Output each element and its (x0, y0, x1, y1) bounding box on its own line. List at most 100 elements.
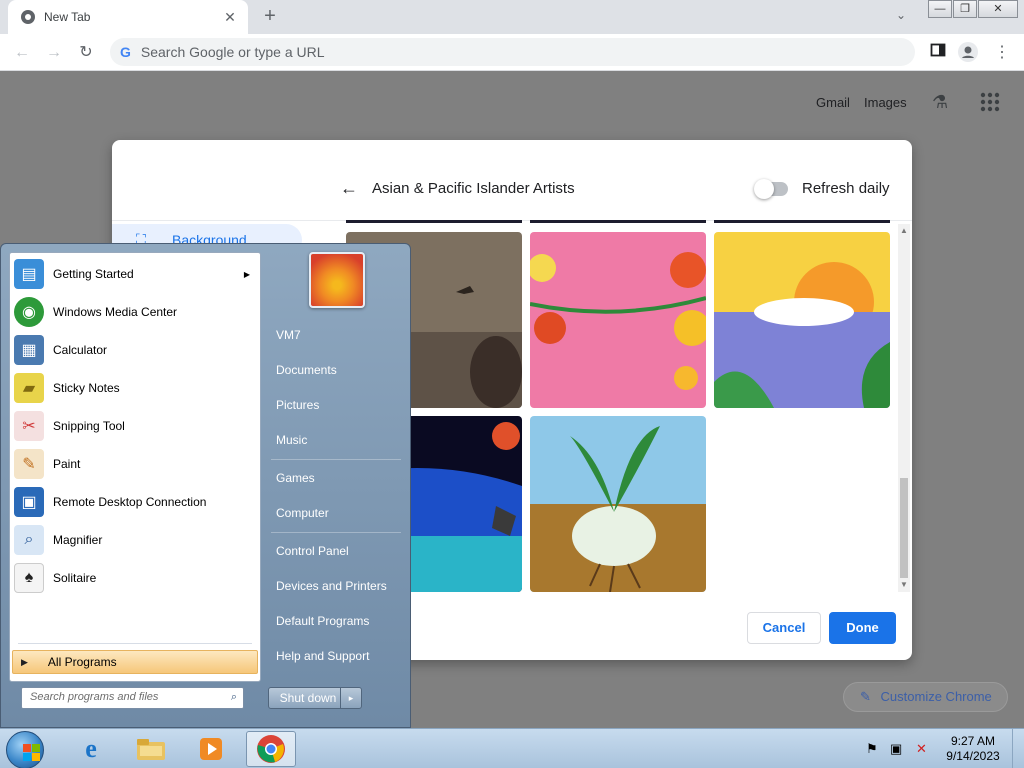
start-link-default-programs[interactable]: Default Programs (266, 606, 406, 636)
start-search-placeholder: Search programs and files (30, 691, 159, 703)
submenu-arrow-icon: ▶ (243, 269, 250, 279)
profile-avatar-icon[interactable] (958, 42, 978, 62)
minimize-button[interactable]: — (928, 0, 952, 18)
start-link-devices-printers[interactable]: Devices and Printers (266, 571, 406, 601)
start-link-computer[interactable]: Computer (266, 498, 406, 528)
start-link-pictures[interactable]: Pictures (266, 390, 406, 420)
program-solitaire[interactable]: ♠ Solitaire (10, 559, 260, 597)
program-windows-media-center[interactable]: ◉ Windows Media Center (10, 293, 260, 331)
forward-icon[interactable]: → (42, 41, 66, 65)
windows-logo-icon (23, 744, 40, 761)
start-link-games[interactable]: Games (266, 463, 406, 493)
folder-icon (137, 739, 165, 760)
pencil-icon: ✎ (860, 689, 871, 704)
start-link-user[interactable]: VM7 (266, 320, 406, 350)
start-button[interactable] (6, 731, 44, 768)
start-search-input[interactable]: Search programs and files ⌕ (21, 687, 244, 709)
tile-row-edge (530, 220, 706, 223)
omnibox[interactable]: G Search Google or type a URL (110, 38, 915, 66)
calculator-icon: ▦ (14, 335, 44, 365)
scrollbar-thumb[interactable] (900, 478, 908, 578)
program-getting-started[interactable]: ▤ Getting Started ▶ (10, 255, 260, 293)
tab-strip: New Tab ✕ + ⌄ — ❐ ✕ (0, 0, 1024, 34)
shut-down-options-icon[interactable]: ▸ (340, 687, 362, 709)
taskbar-clock[interactable]: 9:27 AM 9/14/2023 (944, 734, 1002, 764)
clock-date: 9/14/2023 (946, 749, 1000, 763)
tab-new-tab[interactable]: New Tab ✕ (8, 0, 248, 34)
all-programs-button[interactable]: ▶ All Programs (12, 650, 258, 674)
start-link-documents[interactable]: Documents (266, 355, 406, 385)
restore-button[interactable]: ❐ (953, 0, 977, 18)
scroll-up-icon[interactable]: ▲ (900, 226, 908, 235)
user-picture[interactable] (309, 252, 365, 308)
gmail-link[interactable]: Gmail (816, 95, 850, 110)
browser-toolbar: ← → ↻ G Search Google or type a URL ⋮ (0, 34, 1024, 71)
scroll-down-icon[interactable]: ▼ (900, 580, 908, 589)
chrome-icon (257, 735, 285, 763)
back-icon[interactable]: ← (10, 41, 34, 65)
omnibox-placeholder: Search Google or type a URL (140, 44, 325, 60)
magnifier-icon: ⌕ (14, 525, 44, 555)
show-desktop-button[interactable] (1012, 729, 1024, 768)
chrome-taskbar-icon[interactable] (246, 731, 296, 767)
network-icon[interactable]: ▣ (890, 741, 902, 757)
reload-icon[interactable]: ↻ (74, 41, 98, 65)
start-link-music[interactable]: Music (266, 425, 406, 455)
images-link[interactable]: Images (864, 95, 907, 110)
scissors-icon: ✂ (14, 411, 44, 441)
tab-title: New Tab (44, 10, 91, 24)
close-window-button[interactable]: ✕ (978, 0, 1018, 18)
labs-icon[interactable]: ⚗ (932, 92, 948, 113)
getting-started-icon: ▤ (14, 259, 44, 289)
start-menu: ▤ Getting Started ▶ ◉ Windows Media Cent… (0, 243, 411, 728)
program-label: Snipping Tool (53, 419, 125, 433)
file-explorer-taskbar-icon[interactable] (126, 731, 176, 767)
remote-desktop-icon: ▣ (14, 487, 44, 517)
side-panel-icon[interactable] (928, 42, 948, 62)
cancel-button[interactable]: Cancel (747, 612, 821, 644)
media-center-icon: ◉ (14, 297, 44, 327)
search-icon[interactable]: ⌕ (231, 691, 237, 704)
refresh-daily-label: Refresh daily (802, 180, 890, 197)
apps-grid-icon[interactable] (980, 92, 1000, 115)
toggle-knob (754, 179, 774, 199)
background-tile[interactable] (530, 416, 706, 592)
new-tab-button[interactable]: + (258, 5, 282, 29)
background-tile[interactable] (714, 232, 890, 408)
program-paint[interactable]: ✎ Paint (10, 445, 260, 483)
internet-explorer-taskbar-icon[interactable]: e (66, 731, 116, 767)
customize-chrome-button[interactable]: ✎ Customize Chrome (843, 682, 1008, 712)
start-link-help-support[interactable]: Help and Support (266, 641, 406, 671)
media-player-taskbar-icon[interactable] (186, 731, 236, 767)
program-calculator[interactable]: ▦ Calculator (10, 331, 260, 369)
program-label: Calculator (53, 343, 108, 357)
dialog-back-icon[interactable]: ← (340, 178, 358, 199)
done-button[interactable]: Done (829, 612, 896, 644)
program-remote-desktop[interactable]: ▣ Remote Desktop Connection (10, 483, 260, 521)
taskbar: e ⚑ ▣ ✕ 9:27 AM 9/14/2023 (0, 728, 1024, 768)
refresh-daily-toggle[interactable] (754, 179, 788, 199)
program-label: Windows Media Center (53, 305, 178, 319)
start-link-control-panel[interactable]: Control Panel (266, 536, 406, 566)
program-label: Remote Desktop Connection (53, 495, 207, 509)
tab-search-icon[interactable]: ⌄ (896, 8, 906, 22)
background-tile[interactable] (530, 232, 706, 408)
shut-down-button[interactable]: Shut down (268, 687, 348, 709)
program-sticky-notes[interactable]: ▰ Sticky Notes (10, 369, 260, 407)
program-label: Getting Started (53, 267, 134, 281)
all-programs-label: All Programs (47, 655, 117, 669)
solitaire-card-icon: ♠ (14, 563, 44, 593)
programs-separator (18, 643, 252, 644)
sticky-notes-icon: ▰ (14, 373, 44, 403)
program-magnifier[interactable]: ⌕ Magnifier (10, 521, 260, 559)
paint-palette-icon: ✎ (14, 449, 44, 479)
all-programs-arrow-icon: ▶ (21, 656, 28, 667)
action-center-flag-icon[interactable]: ⚑ (866, 741, 878, 757)
volume-muted-icon[interactable]: ✕ (916, 741, 927, 757)
program-label: Sticky Notes (53, 381, 120, 395)
chrome-menu-icon[interactable]: ⋮ (992, 42, 1012, 62)
media-player-icon (200, 738, 222, 760)
tab-close-icon[interactable]: ✕ (218, 9, 242, 26)
program-snipping-tool[interactable]: ✂ Snipping Tool (10, 407, 260, 445)
collection-title: Asian & Pacific Islander Artists (372, 180, 575, 197)
